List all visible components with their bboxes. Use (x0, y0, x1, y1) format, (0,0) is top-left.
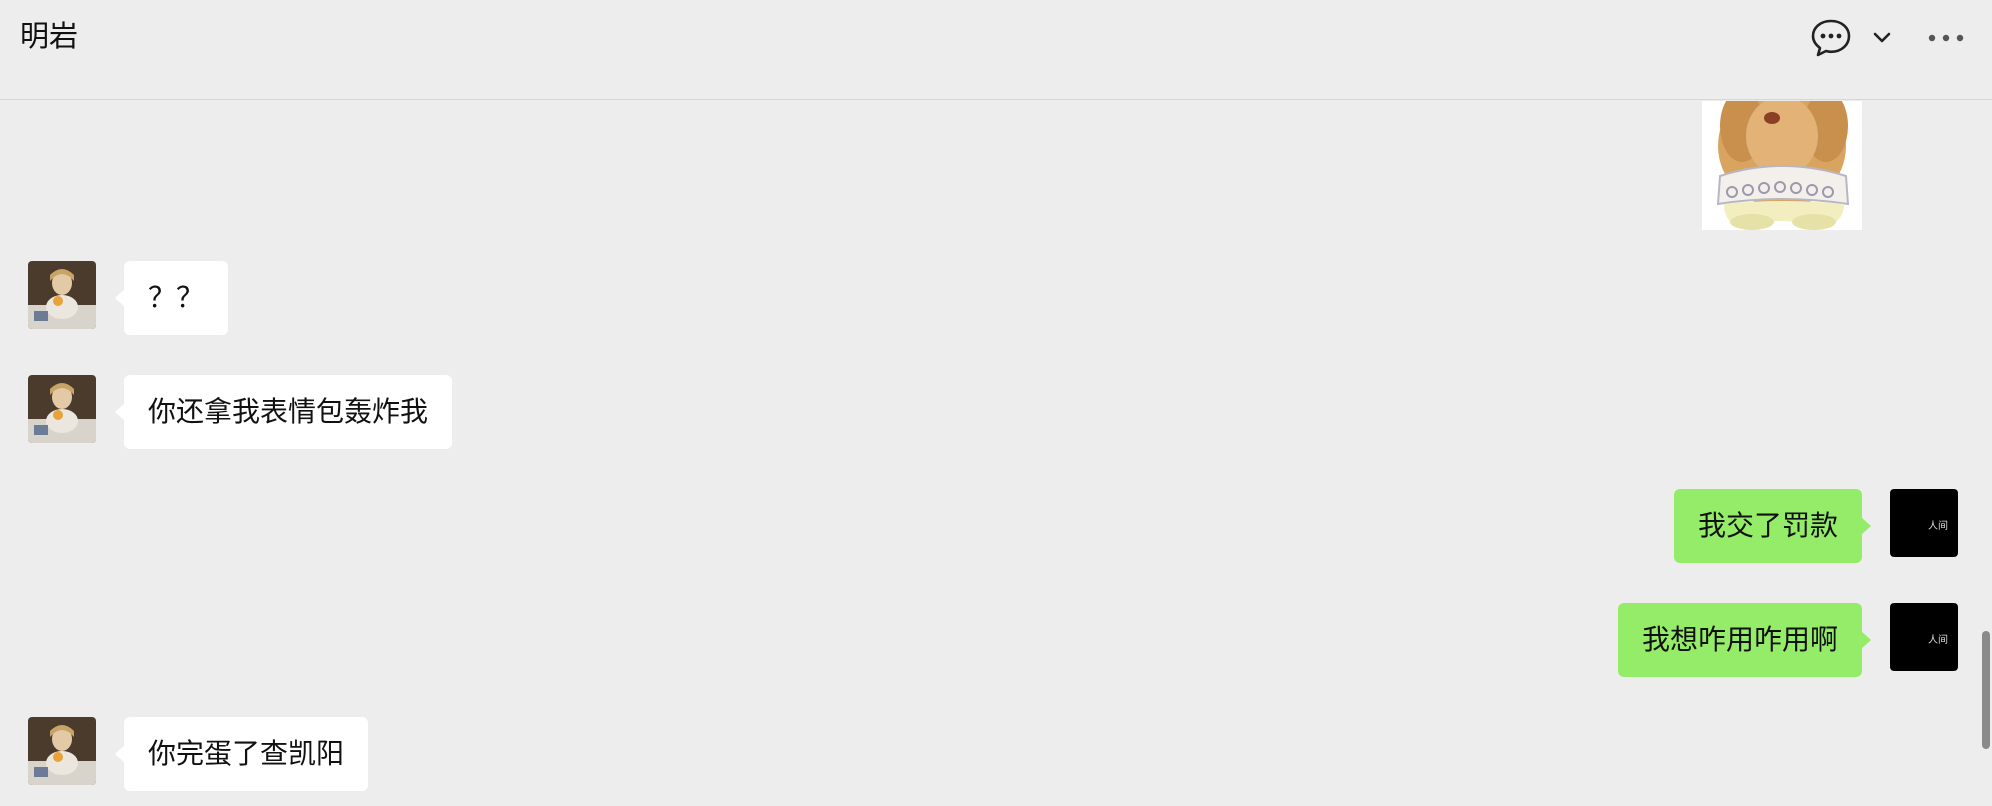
self-avatar-text: 人间 (1928, 521, 1948, 532)
message-bubble-incoming[interactable]: ？？ (114, 261, 229, 335)
scrollbar-thumb[interactable] (1982, 631, 1990, 749)
scrollbar[interactable] (1980, 101, 1992, 806)
contact-avatar[interactable] (28, 261, 96, 329)
chat-bubble-icon[interactable] (1810, 18, 1852, 58)
chat-header: 明岩 (0, 0, 1992, 100)
message-bubble-incoming[interactable]: 你完蛋了查凯阳 (114, 717, 369, 791)
self-avatar[interactable]: 人间 (1890, 489, 1958, 557)
chat-title: 明岩 (20, 19, 79, 53)
sticker-image[interactable] (1702, 101, 1862, 230)
self-avatar[interactable]: 人间 (1890, 603, 1958, 671)
chevron-down-icon[interactable] (1870, 28, 1894, 48)
self-avatar-text: 人间 (1928, 635, 1948, 646)
contact-avatar[interactable] (28, 717, 96, 785)
message-list[interactable]: ？？ 你还拿我表情包轰炸我 我交了罚款 人间 我想咋用咋用啊 人间 你完蛋了查凯… (0, 101, 1992, 806)
message-bubble-incoming[interactable]: 你还拿我表情包轰炸我 (114, 375, 453, 449)
message-bubble-outgoing[interactable]: 我想咋用咋用啊 (1617, 603, 1872, 677)
more-icon[interactable] (1926, 28, 1966, 48)
message-bubble-outgoing[interactable]: 我交了罚款 (1673, 489, 1872, 563)
contact-avatar[interactable] (28, 375, 96, 443)
chat-window: 明岩 ？？ 你还拿我表情包轰炸我 我交了罚款 人间 我想咋用咋用啊 人间 你完蛋… (0, 0, 1992, 806)
